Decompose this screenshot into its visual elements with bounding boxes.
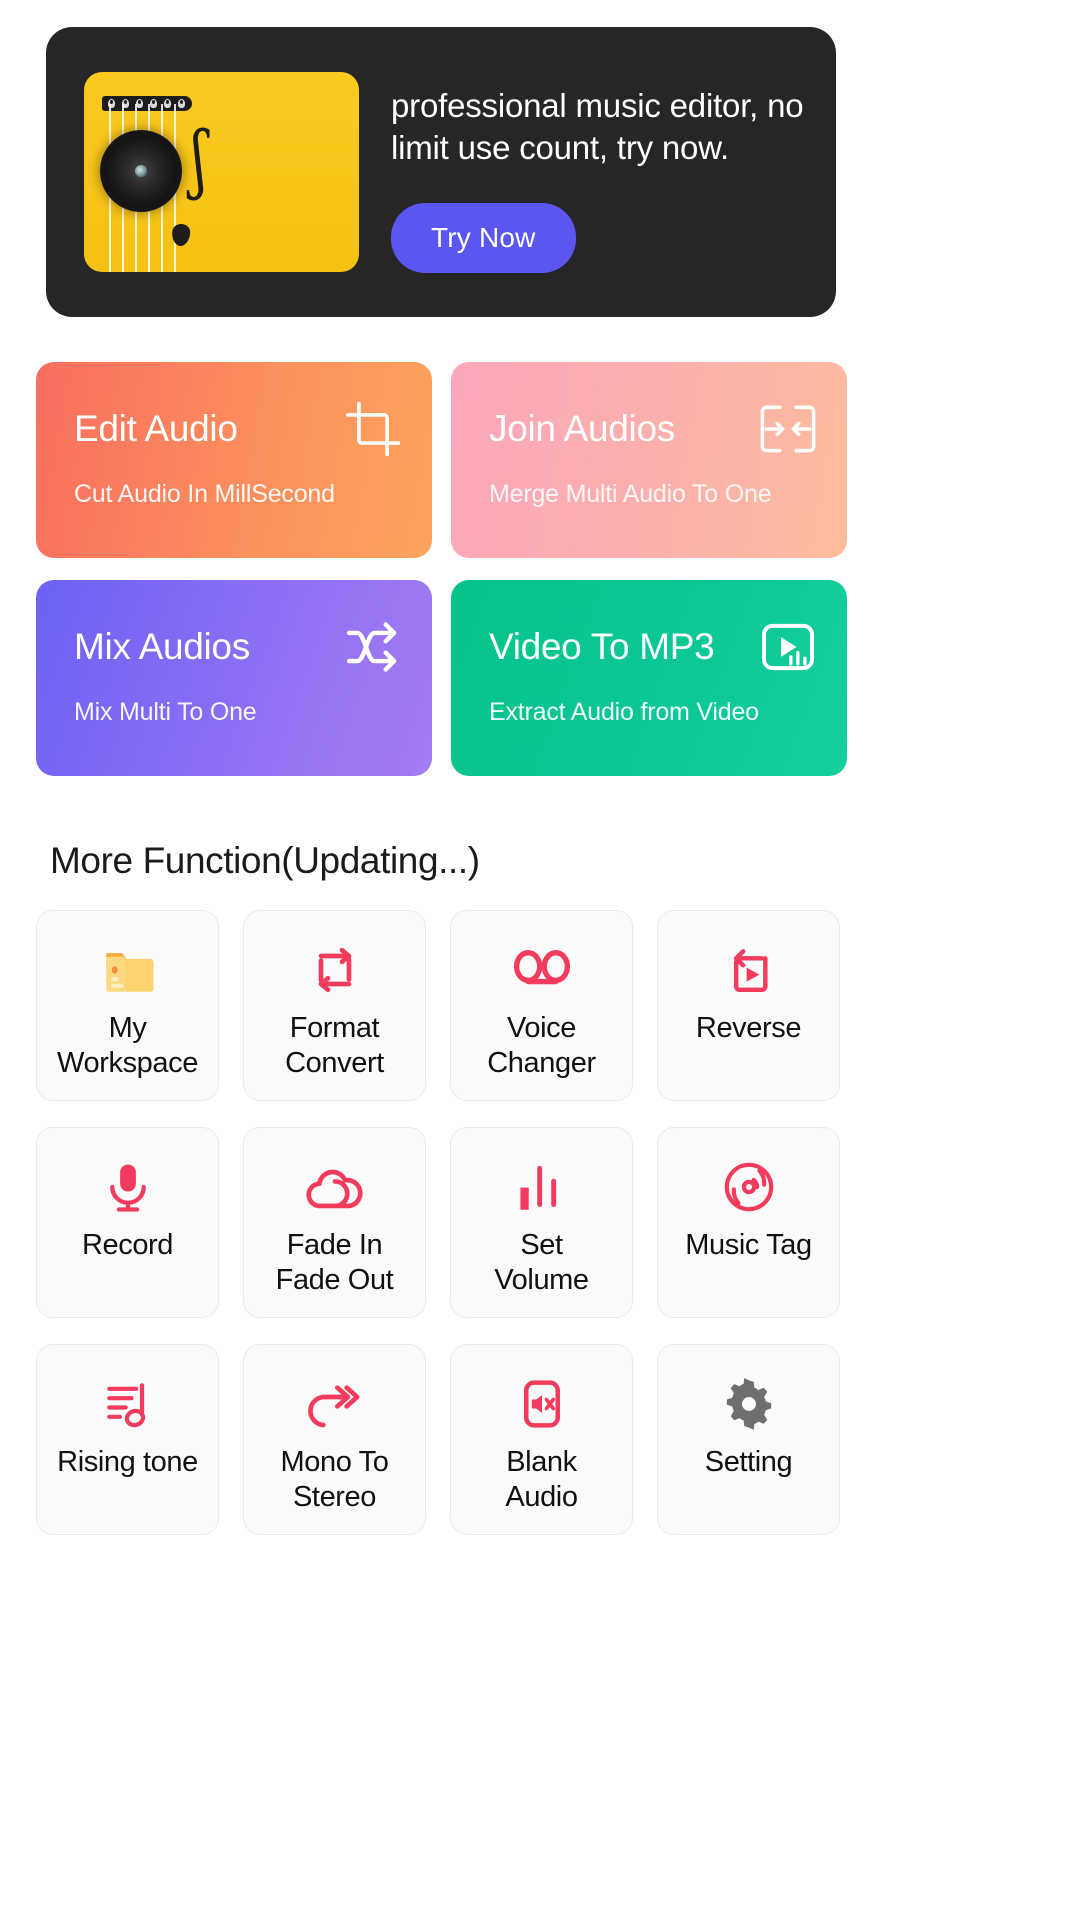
guitar-peg: [150, 99, 157, 108]
promo-banner-text: professional music editor, no limit use …: [391, 87, 804, 166]
tile-label: Format Convert: [285, 1012, 384, 1080]
tile-fade-in-fade-out[interactable]: Fade In Fade Out: [243, 1127, 426, 1318]
tile-record[interactable]: Record: [36, 1127, 219, 1318]
tile-label: Set Volume: [494, 1229, 589, 1297]
feature-card-subtitle: Merge Multi Audio To One: [489, 480, 772, 508]
merge-arrows-icon: [757, 398, 819, 460]
vinyl-disc-icon: [718, 1156, 780, 1218]
cloud-fade-icon: [304, 1156, 366, 1218]
tile-label: Voice Changer: [487, 1012, 596, 1080]
tile-label: Music Tag: [685, 1229, 812, 1261]
feature-card-grid: Edit Audio Cut Audio In MillSecond Join …: [36, 362, 1044, 776]
tile-label: Record: [81, 1229, 174, 1261]
more-function-grid: My Workspace Format Convert Voice Change…: [36, 910, 1044, 1535]
guitar-bridge: [102, 96, 192, 111]
tile-my-workspace[interactable]: My Workspace: [36, 910, 219, 1101]
loop-convert-icon: [304, 939, 366, 1001]
feature-card-join-audios[interactable]: Join Audios Merge Multi Audio To One: [451, 362, 847, 558]
tile-set-volume[interactable]: Set Volume: [450, 1127, 633, 1318]
feature-card-edit-audio[interactable]: Edit Audio Cut Audio In MillSecond: [36, 362, 432, 558]
try-now-button[interactable]: Try Now: [391, 202, 576, 273]
feature-card-video-to-mp3[interactable]: Video To MP3 Extract Audio from Video: [451, 580, 847, 776]
tile-blank-audio[interactable]: Blank Audio: [450, 1344, 633, 1535]
tile-label: My Workspace: [57, 1012, 198, 1080]
tile-format-convert[interactable]: Format Convert: [243, 910, 426, 1101]
tile-reverse[interactable]: Reverse: [657, 910, 840, 1101]
feature-card-subtitle: Extract Audio from Video: [489, 698, 759, 726]
rising-note-icon: [97, 1373, 159, 1435]
tile-label: Blank Audio: [505, 1446, 578, 1514]
tile-label: Rising tone: [57, 1446, 198, 1478]
tile-setting[interactable]: Setting: [657, 1344, 840, 1535]
video-to-audio-icon: [757, 616, 819, 678]
acoustic-guitar-illustration: ʃ: [84, 72, 359, 272]
tile-music-tag[interactable]: Music Tag: [657, 1127, 840, 1318]
shuffle-icon: [342, 616, 404, 678]
tile-mono-to-stereo[interactable]: Mono To Stereo: [243, 1344, 426, 1535]
tile-label: Reverse: [695, 1012, 802, 1044]
app-home-screen: ʃ professional music editor, no limit us…: [0, 0, 1080, 1920]
voicemail-icon: [511, 939, 573, 1001]
tile-voice-changer[interactable]: Voice Changer: [450, 910, 633, 1101]
feature-card-mix-audios[interactable]: Mix Audios Mix Multi To One: [36, 580, 432, 776]
guitar-f-hole: ʃ: [191, 116, 207, 202]
tile-label: Mono To Stereo: [280, 1446, 389, 1514]
guitar-peg: [136, 99, 143, 108]
gear-icon: [718, 1373, 780, 1435]
crop-icon: [342, 398, 404, 460]
folder-icon: [97, 939, 159, 1001]
reverse-play-icon: [718, 939, 780, 1001]
double-arrow-icon: [304, 1373, 366, 1435]
guitar-peg: [178, 99, 185, 108]
mute-speaker-icon: [511, 1373, 573, 1435]
equalizer-bars-icon: [511, 1156, 573, 1218]
guitar-soundhole: [100, 130, 182, 212]
guitar-peg: [164, 99, 171, 108]
tile-label: Setting: [704, 1446, 793, 1478]
tile-rising-tone[interactable]: Rising tone: [36, 1344, 219, 1535]
feature-card-subtitle: Cut Audio In MillSecond: [74, 480, 335, 508]
more-function-title: More Function(Updating...): [50, 840, 480, 881]
microphone-icon: [97, 1156, 159, 1218]
promo-banner-content: professional music editor, no limit use …: [359, 27, 836, 273]
tile-label: Fade In Fade Out: [275, 1229, 394, 1297]
promo-banner[interactable]: ʃ professional music editor, no limit us…: [46, 27, 836, 317]
feature-card-subtitle: Mix Multi To One: [74, 698, 257, 726]
